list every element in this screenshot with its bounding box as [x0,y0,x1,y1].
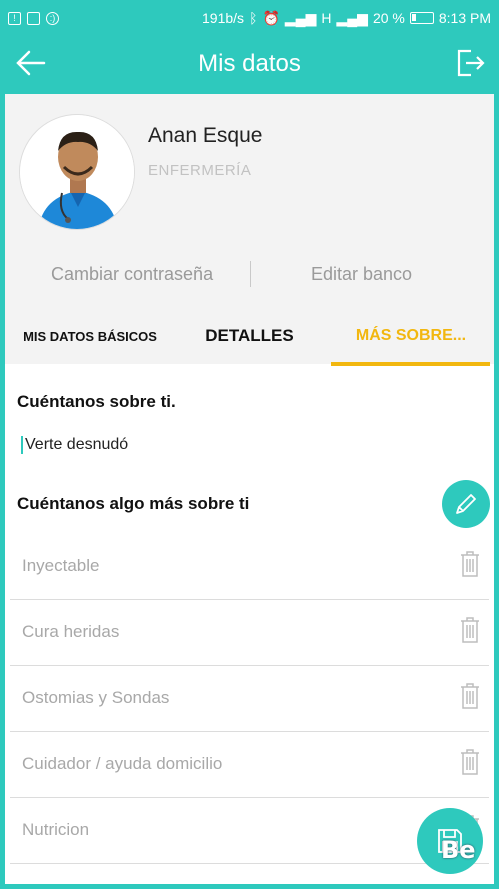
notification-icons: ! :) [8,11,59,25]
profile-header: Anan Esque ENFERMERÍA Cambiar contraseña… [5,94,494,366]
tab-bar: MIS DATOS BÁSICOS DETALLES MÁS SOBRE... [5,308,494,364]
content-card: Anan Esque ENFERMERÍA Cambiar contraseña… [5,94,494,884]
about-title: Cuéntanos sobre ti. [17,392,176,411]
more-about-title: Cuéntanos algo más sobre ti [17,494,250,513]
status-bar: ! :) 191b/s ᛒ ⏰ ▂▄▆ H ▂▄▆ 20 % 8:13 PM [0,0,499,36]
signal-icon-2: ▂▄▆ [336,9,368,26]
status-right: 191b/s ᛒ ⏰ ▂▄▆ H ▂▄▆ 20 % 8:13 PM [202,10,491,27]
trash-icon[interactable] [459,748,481,776]
clock: 8:13 PM [438,10,491,26]
tab-details[interactable]: DETALLES [168,308,331,364]
alert-icon: ! [8,11,21,25]
page-title: Mis datos [198,50,301,77]
profile-actions: Cambiar contraseña Editar banco [5,254,494,298]
tab-label: MIS DATOS BÁSICOS [23,328,157,344]
network-type: H [321,10,332,26]
app-bar: Mis datos [0,36,499,94]
item-label: Cuidador / ayuda domicilio [22,754,223,773]
skills-list: Inyectable Cura heridas Ostomias y Sonda… [5,534,494,864]
signal-icon: ▂▄▆ [284,9,317,26]
list-item: Nutricion [10,798,489,864]
item-label: Ostomias y Sondas [22,688,170,707]
trash-icon[interactable] [459,616,481,644]
avatar-image [20,115,134,229]
edit-button[interactable] [442,480,490,528]
list-item: Cuidador / ayuda domicilio [10,732,489,798]
list-item: Cura heridas [10,600,489,666]
alarm-icon: ⏰ [262,9,280,26]
active-tab-indicator [331,362,490,366]
net-speed: 191b/s [202,10,245,26]
user-name: Anan Esque [148,124,263,147]
trash-icon[interactable] [459,550,481,578]
smiley-icon: :) [46,11,59,25]
watermark-logo: Be [441,836,476,864]
tab-basic-data[interactable]: MIS DATOS BÁSICOS [17,308,163,364]
image-icon [27,11,40,25]
tab-more-about[interactable]: MÁS SOBRE... [331,308,491,364]
list-item: Ostomias y Sondas [10,666,489,732]
battery-percent: 20 % [372,10,405,26]
logout-icon[interactable] [455,46,485,80]
battery-icon [409,12,434,24]
pencil-icon [456,494,476,514]
item-label: Cura heridas [22,622,120,641]
bluetooth-icon: ᛒ [249,10,258,26]
list-item: Inyectable [10,534,489,600]
trash-icon[interactable] [459,682,481,710]
change-password-link[interactable]: Cambiar contraseña [51,264,213,285]
tab-label: DETALLES [205,326,294,345]
tab-label: MÁS SOBRE... [355,327,467,344]
about-input[interactable]: Verte desnudó [21,436,128,454]
edit-bank-link[interactable]: Editar banco [311,264,412,285]
avatar[interactable] [19,114,135,230]
user-role: ENFERMERÍA [148,162,252,179]
item-label: Inyectable [22,556,100,575]
item-label: Nutricion [22,820,90,839]
divider [250,261,251,287]
